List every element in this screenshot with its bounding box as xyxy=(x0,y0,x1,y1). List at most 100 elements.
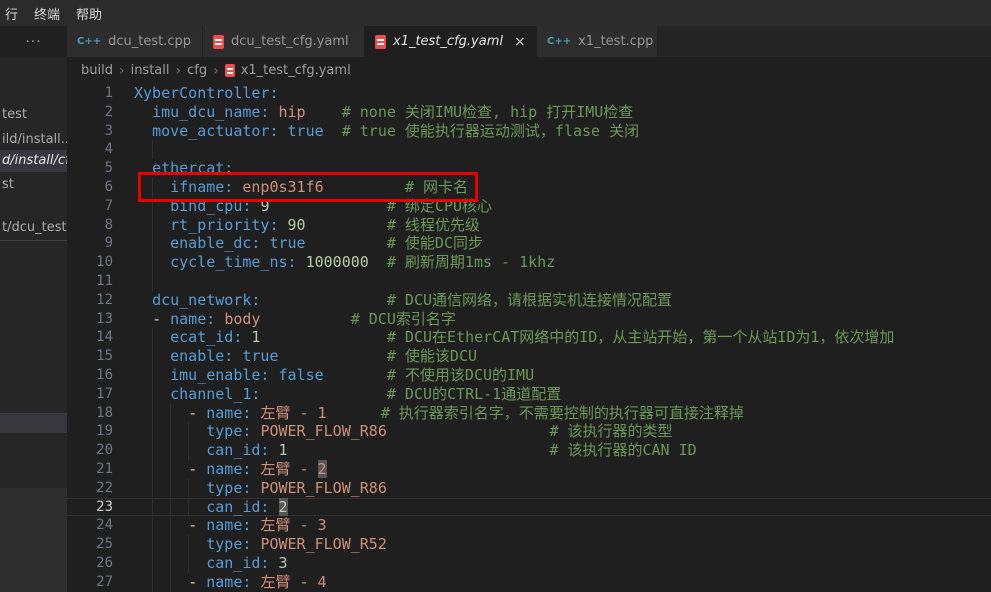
line-number[interactable]: 23 xyxy=(67,498,113,517)
sidebar-highlighted-row[interactable] xyxy=(0,413,67,433)
line-number[interactable]: 13 xyxy=(67,310,113,329)
line-number[interactable]: 1 xyxy=(67,84,113,103)
line-number[interactable]: 11 xyxy=(67,272,113,291)
code-line[interactable]: 16 imu_enable: false # 不使用该DCU的IMU xyxy=(67,366,991,385)
tab-dcu-test-cpp[interactable]: C++ dcu_test.cpp xyxy=(67,26,203,57)
more-actions-icon: ··· xyxy=(25,34,41,50)
line-number[interactable]: 7 xyxy=(67,197,113,216)
line-number[interactable]: 3 xyxy=(67,122,113,141)
code-line[interactable]: 14 ecat_id: 1 # DCU在EtherCAT网络中的ID，从主站开始… xyxy=(67,328,991,347)
sidebar-separator xyxy=(0,240,67,241)
indent-guide xyxy=(152,535,153,554)
line-number[interactable]: 17 xyxy=(67,385,113,404)
sidebar-item[interactable]: ild/install... xyxy=(0,129,67,151)
line-number[interactable]: 20 xyxy=(67,441,113,460)
code-line[interactable]: 15 enable: true # 使能该DCU xyxy=(67,347,991,366)
code-line[interactable]: 23 can_id: 2 xyxy=(67,498,991,517)
chevron-right-icon: › xyxy=(176,63,182,79)
code-line[interactable]: 9 enable_dc: true # 使能DC同步 xyxy=(67,234,991,253)
code-line[interactable]: 19 type: POWER_FLOW_R86 # 该执行器的类型 xyxy=(67,422,991,441)
indent-guide xyxy=(152,253,153,272)
yaml-file-icon xyxy=(375,35,386,49)
line-number[interactable]: 19 xyxy=(67,422,113,441)
code-line[interactable]: 4 xyxy=(67,140,991,159)
indent-guide xyxy=(170,422,171,441)
indent-guide xyxy=(152,328,153,347)
breadcrumb-segment[interactable]: install xyxy=(131,63,170,78)
menu-item-help[interactable]: 帮助 xyxy=(76,4,102,23)
indent-guide xyxy=(170,498,171,517)
code-line[interactable]: 18 - name: 左臂 - 1 # 执行器索引名字，不需要控制的执行器可直接… xyxy=(67,404,991,423)
line-number[interactable]: 21 xyxy=(67,460,113,479)
indent-guide xyxy=(152,234,153,253)
code-line[interactable]: 1XyberController: xyxy=(67,84,991,103)
indent-guide xyxy=(152,554,153,573)
line-number[interactable]: 26 xyxy=(67,554,113,573)
tab-bar: ··· C++ dcu_test.cpp dcu_test_cfg.yaml x… xyxy=(0,26,991,57)
menu-bar: 行 终端 帮助 xyxy=(0,0,991,26)
chevron-right-icon: › xyxy=(119,63,125,79)
tab-label: x1_test.cpp xyxy=(578,34,653,49)
sidebar-item[interactable]: t/dcu_test... xyxy=(0,217,67,239)
line-number[interactable]: 2 xyxy=(67,103,113,122)
line-number[interactable]: 9 xyxy=(67,234,113,253)
yaml-file-icon xyxy=(225,64,235,77)
line-number[interactable]: 8 xyxy=(67,216,113,235)
sidebar-item[interactable]: st xyxy=(0,174,67,196)
code-line[interactable]: 21 - name: 左臂 - 2 xyxy=(67,460,991,479)
code-line[interactable]: 22 type: POWER_FLOW_R86 xyxy=(67,479,991,498)
sidebar-item[interactable]: test xyxy=(0,104,67,126)
tab-dcu-test-cfg-yaml[interactable]: dcu_test_cfg.yaml xyxy=(203,26,365,57)
line-number[interactable]: 22 xyxy=(67,479,113,498)
line-number[interactable]: 25 xyxy=(67,535,113,554)
line-number[interactable]: 14 xyxy=(67,328,113,347)
indent-guide xyxy=(152,479,153,498)
line-number[interactable]: 12 xyxy=(67,291,113,310)
close-tab-icon[interactable]: × xyxy=(514,34,526,50)
breadcrumb: build › install › cfg › x1_test_cfg.yaml xyxy=(67,57,991,84)
breadcrumb-segment[interactable]: cfg xyxy=(187,63,207,78)
indent-guide xyxy=(188,441,189,460)
code-line[interactable]: 24 - name: 左臂 - 3 xyxy=(67,516,991,535)
line-number[interactable]: 27 xyxy=(67,573,113,592)
indent-guide xyxy=(152,347,153,366)
indent-guide xyxy=(152,385,153,404)
code-line[interactable]: 6 ifname: enp0s31f6 # 网卡名 xyxy=(67,178,991,197)
code-line[interactable]: 17 channel_1: # DCU的CTRL-1通道配置 xyxy=(67,385,991,404)
editor-lines[interactable]: 1XyberController:2 imu_dcu_name: hip # n… xyxy=(67,84,991,592)
line-number[interactable]: 4 xyxy=(67,140,113,159)
breadcrumb-file[interactable]: x1_test_cfg.yaml xyxy=(241,63,351,78)
tab-x1-test-cpp[interactable]: C++ x1_test.cpp xyxy=(537,26,658,57)
line-number[interactable]: 10 xyxy=(67,253,113,272)
line-number[interactable]: 16 xyxy=(67,366,113,385)
code-line[interactable]: 8 rt_priority: 90 # 线程优先级 xyxy=(67,216,991,235)
sidebar-item-selected[interactable]: d/install/cfg xyxy=(0,150,67,172)
menu-item-terminal[interactable]: 终端 xyxy=(34,4,60,23)
line-number[interactable]: 24 xyxy=(67,516,113,535)
code-line[interactable]: 25 type: POWER_FLOW_R52 xyxy=(67,535,991,554)
menu-item-run[interactable]: 行 xyxy=(5,4,18,23)
code-line[interactable]: 27 - name: 左臂 - 4 xyxy=(67,573,991,592)
code-line[interactable]: 7 bind_cpu: 9 # 绑定CPU核心 xyxy=(67,197,991,216)
code-line[interactable]: 3 move_actuator: true # true 使能执行器运动测试，f… xyxy=(67,122,991,141)
breadcrumb-segment[interactable]: build xyxy=(81,63,113,78)
line-number[interactable]: 18 xyxy=(67,404,113,423)
tab-overflow-button[interactable]: ··· xyxy=(0,26,67,57)
code-line[interactable]: 26 can_id: 3 xyxy=(67,554,991,573)
indent-guide xyxy=(170,516,171,535)
tab-x1-test-cfg-yaml-active[interactable]: x1_test_cfg.yaml × xyxy=(365,26,537,57)
line-number[interactable]: 15 xyxy=(67,347,113,366)
code-line[interactable]: 20 can_id: 1 # 该执行器的CAN ID xyxy=(67,441,991,460)
code-line[interactable]: 11 xyxy=(67,272,991,291)
line-number[interactable]: 6 xyxy=(67,178,113,197)
code-line[interactable]: 2 imu_dcu_name: hip # none 关闭IMU检查, hip … xyxy=(67,103,991,122)
code-line[interactable]: 12 dcu_network: # DCU通信网络，请根据实机连接情况配置 xyxy=(67,291,991,310)
code-line[interactable]: 13 - name: body # DCU索引名字 xyxy=(67,310,991,329)
sidebar-sliver: test ild/install... d/install/cfg st t/d… xyxy=(0,57,67,592)
indent-guide xyxy=(152,573,153,592)
code-line[interactable]: 5 ethercat: xyxy=(67,159,991,178)
line-number[interactable]: 5 xyxy=(67,159,113,178)
indent-guide xyxy=(188,535,189,554)
code-line[interactable]: 10 cycle_time_ns: 1000000 # 刷新周期1ms - 1k… xyxy=(67,253,991,272)
indent-guide xyxy=(152,422,153,441)
